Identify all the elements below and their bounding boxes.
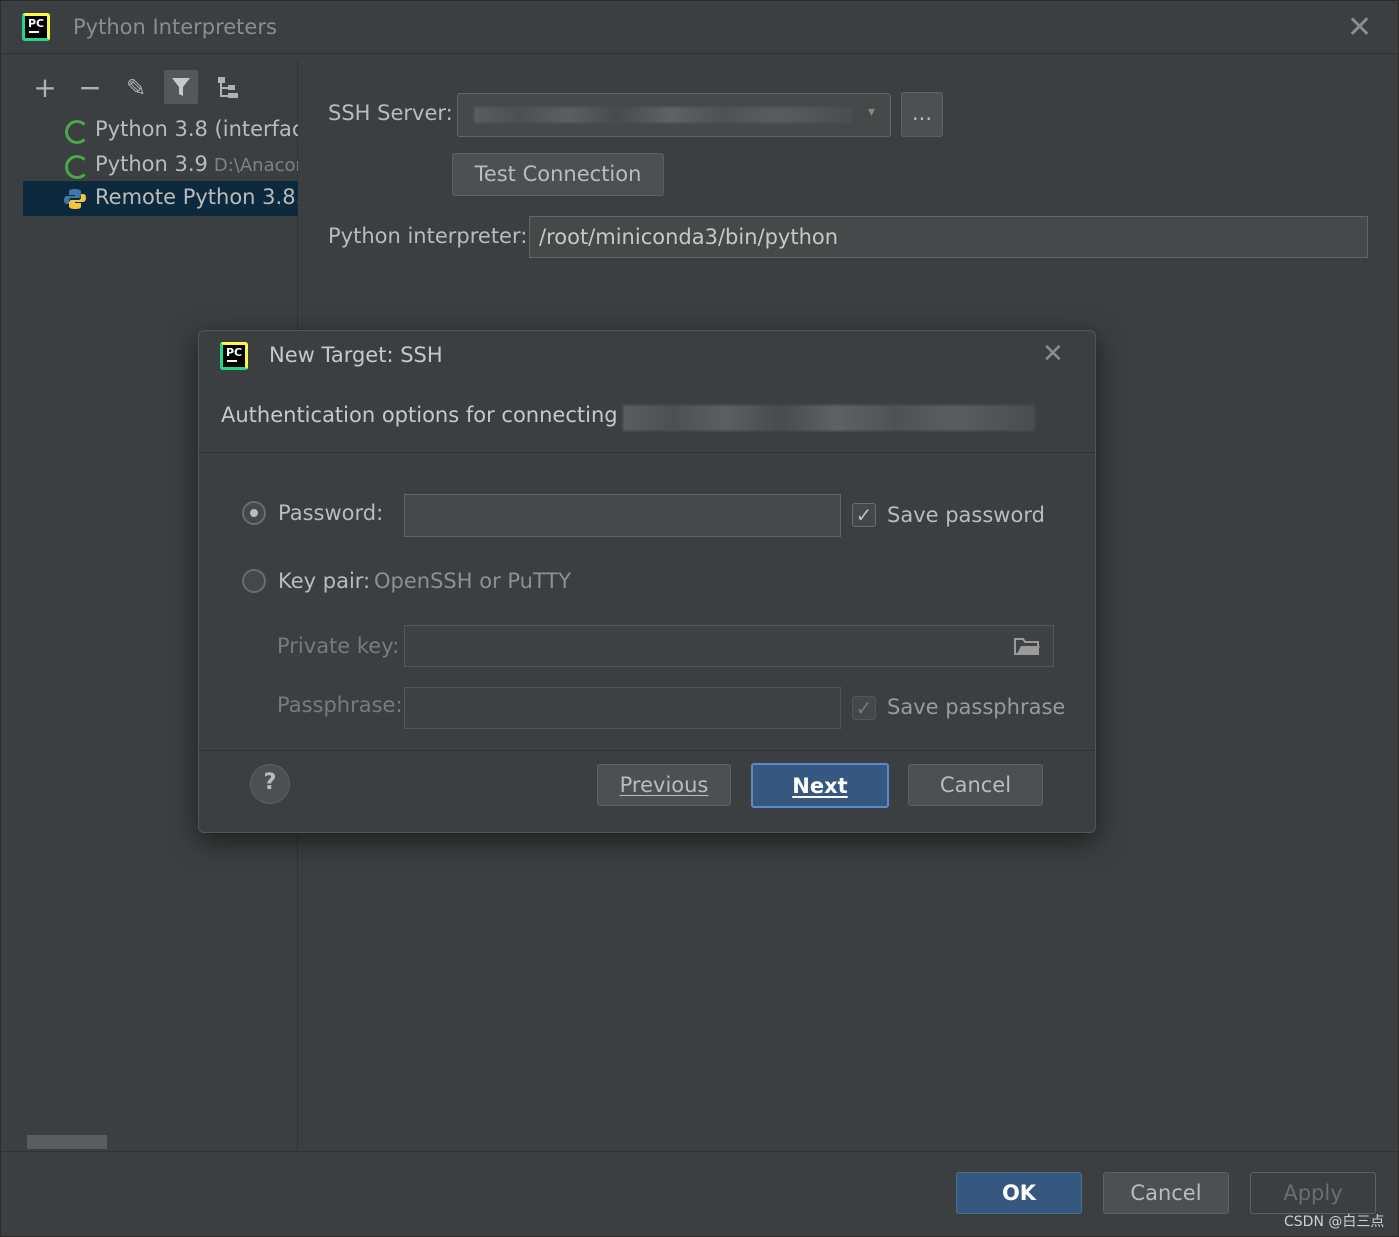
python-sdk-icon bbox=[65, 155, 89, 179]
private-key-label: Private key: bbox=[277, 634, 400, 658]
save-passphrase-checkbox[interactable]: ✓ bbox=[852, 696, 876, 720]
passphrase-label: Passphrase: bbox=[277, 693, 403, 717]
new-target-ssh-dialog: PC New Target: SSH ✕ Authentication opti… bbox=[198, 330, 1096, 833]
redacted-host bbox=[623, 405, 1035, 431]
next-button[interactable]: Next bbox=[751, 763, 889, 808]
save-password-checkbox[interactable]: ✓ bbox=[852, 503, 876, 527]
interpreter-item-python38[interactable]: Python 3.8 (interface bbox=[23, 113, 298, 148]
dialog-close-icon[interactable]: ✕ bbox=[1042, 341, 1064, 367]
radio-selected-dot bbox=[250, 509, 258, 517]
keypair-radio[interactable] bbox=[242, 569, 266, 593]
filter-icon[interactable] bbox=[164, 70, 198, 104]
keypair-label: Key pair: bbox=[278, 569, 371, 593]
window-title: Python Interpreters bbox=[73, 15, 277, 39]
horizontal-scrollbar-thumb[interactable] bbox=[27, 1135, 107, 1149]
python-interpreter-label: Python interpreter: bbox=[328, 224, 528, 248]
save-password-label: Save password bbox=[887, 503, 1045, 527]
pycharm-logo-icon: PC bbox=[22, 13, 50, 41]
test-connection-button[interactable]: Test Connection bbox=[452, 153, 664, 196]
passphrase-input[interactable] bbox=[404, 687, 841, 729]
tree-icon[interactable] bbox=[211, 71, 245, 105]
browse-servers-button[interactable]: ... bbox=[901, 92, 943, 137]
interpreter-name: Remote Python 3.8.1 bbox=[95, 185, 298, 209]
python-remote-icon bbox=[63, 187, 87, 216]
python-interpreter-value: /root/miniconda3/bin/python bbox=[539, 225, 839, 249]
pycharm-logo-icon: PC bbox=[220, 342, 248, 370]
password-label: Password: bbox=[278, 501, 384, 525]
apply-button[interactable]: Apply bbox=[1250, 1172, 1376, 1214]
ok-button[interactable]: OK bbox=[956, 1172, 1082, 1214]
dialog-subtitle: Authentication options for connecting t bbox=[221, 403, 633, 427]
password-radio[interactable] bbox=[242, 501, 266, 525]
close-icon[interactable]: ✕ bbox=[1347, 13, 1372, 43]
cancel-button[interactable]: Cancel bbox=[1103, 1172, 1229, 1214]
python-interpreter-input[interactable]: /root/miniconda3/bin/python bbox=[529, 216, 1368, 258]
dialog-title: New Target: SSH bbox=[269, 343, 443, 367]
chevron-down-icon: ▾ bbox=[868, 104, 876, 120]
dialog-cancel-button[interactable]: Cancel bbox=[908, 764, 1043, 806]
remove-icon[interactable]: − bbox=[73, 71, 107, 105]
save-passphrase-label: Save passphrase bbox=[887, 695, 1066, 719]
ssh-server-select[interactable]: ▾ bbox=[457, 93, 891, 137]
interpreter-label: Python 3.9 D:\Anacor bbox=[95, 152, 298, 176]
redacted-server-value bbox=[474, 107, 852, 123]
password-input[interactable] bbox=[404, 494, 841, 537]
keypair-hint: OpenSSH or PuTTY bbox=[374, 569, 572, 593]
interpreter-item-python39[interactable]: Python 3.9 D:\Anacor bbox=[23, 148, 298, 183]
watermark-text: CSDN @白三点 bbox=[1284, 1214, 1385, 1230]
help-button[interactable]: ? bbox=[250, 764, 290, 804]
ssh-server-label: SSH Server: bbox=[328, 101, 453, 125]
previous-button[interactable]: Previous bbox=[597, 764, 731, 806]
footer-separator bbox=[1, 1151, 1398, 1152]
interpreter-name: Python 3.8 (interface bbox=[95, 117, 298, 141]
interpreter-name: Python 3.9 bbox=[95, 152, 208, 176]
python-sdk-icon bbox=[65, 120, 89, 144]
edit-icon[interactable]: ✎ bbox=[119, 71, 153, 105]
add-icon[interactable]: + bbox=[28, 71, 62, 105]
interpreter-item-remote-python[interactable]: Remote Python 3.8.1 bbox=[23, 181, 298, 216]
dialog-header-separator bbox=[199, 452, 1095, 453]
title-bar: PC Python Interpreters ✕ bbox=[1, 1, 1398, 54]
dialog-footer-separator bbox=[199, 750, 1095, 751]
private-key-input[interactable] bbox=[404, 625, 1054, 667]
folder-icon[interactable] bbox=[1013, 634, 1041, 662]
interpreter-path: D:\Anacor bbox=[213, 155, 298, 176]
